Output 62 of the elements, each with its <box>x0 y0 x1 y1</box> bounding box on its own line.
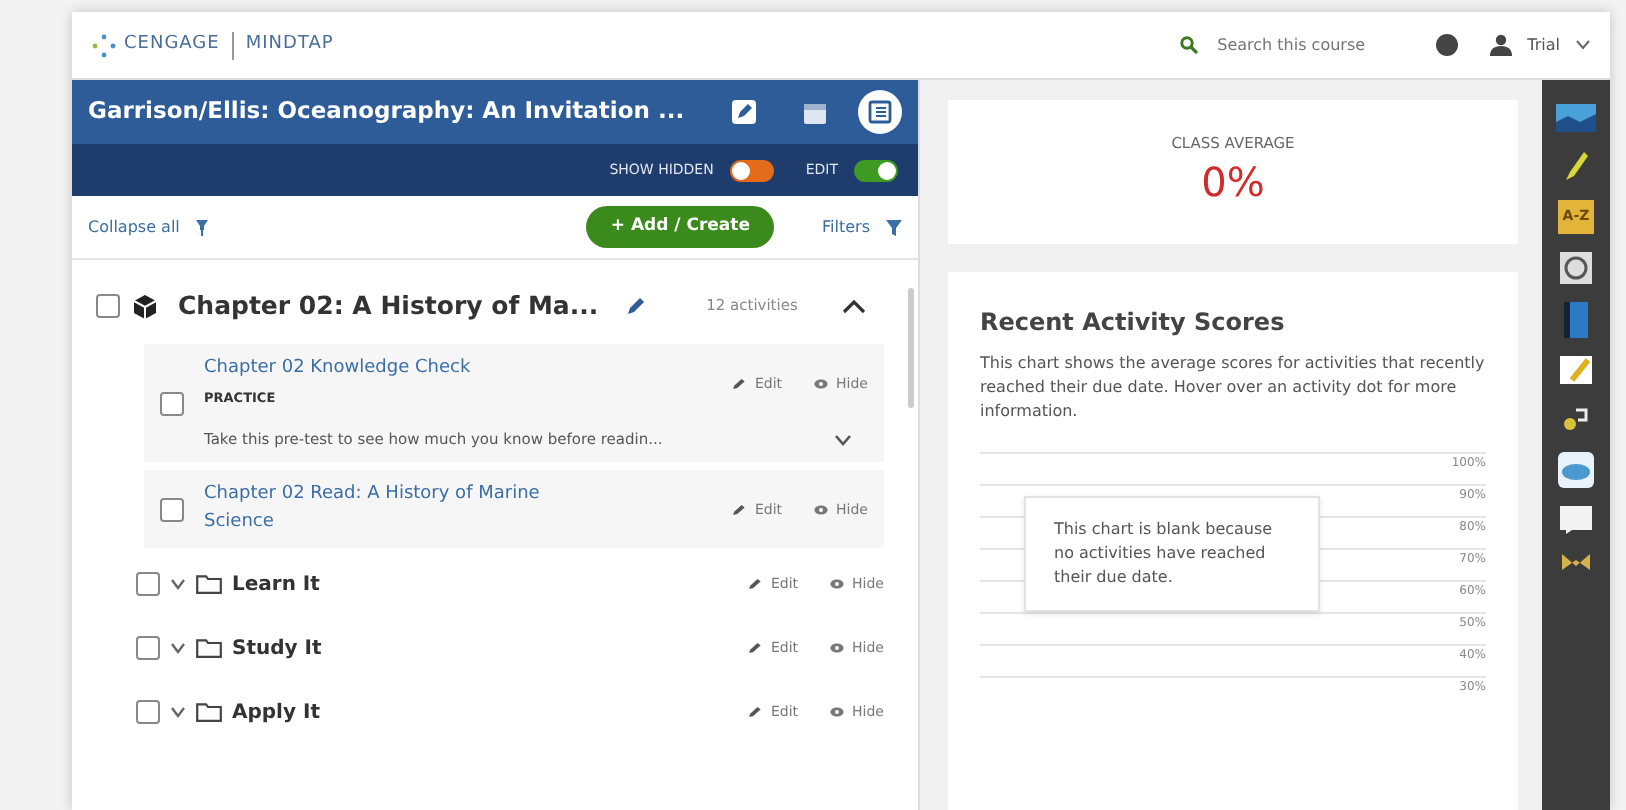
chevron-icon[interactable] <box>170 578 186 591</box>
expand-icon[interactable] <box>834 433 852 446</box>
product-name: MINDTAP <box>245 31 334 58</box>
folder-title[interactable]: Learn It <box>232 569 320 600</box>
pencil-icon <box>732 503 747 516</box>
edit-icon[interactable] <box>732 100 756 124</box>
add-create-button[interactable]: + Add / Create <box>586 206 775 248</box>
empty-chart-message: This chart is blank because no activities have reached their due date. <box>1024 496 1320 612</box>
clock-icon[interactable] <box>1560 251 1592 283</box>
card-description: This chart shows the average scores for activities that recently reached their due date. Hover over an activity dot for more information. <box>980 352 1486 424</box>
course-title: Garrison/Ellis: Oceanography: An Invitation ... <box>88 94 687 129</box>
item-checkbox[interactable] <box>136 572 160 597</box>
item-checkbox[interactable] <box>136 700 160 725</box>
eye-icon <box>830 578 845 591</box>
search-field[interactable]: Search this course <box>1213 31 1404 59</box>
list-view-icon[interactable] <box>858 90 902 134</box>
pencil-icon <box>748 642 763 655</box>
eye-icon <box>814 378 829 390</box>
item-checkbox[interactable] <box>136 636 160 661</box>
chapter-title[interactable]: Chapter 02: A History of Ma... <box>178 287 599 325</box>
folder-icon <box>196 702 222 723</box>
show-hidden-toggle[interactable] <box>729 159 774 181</box>
message-icon[interactable] <box>1560 505 1592 533</box>
class-average-value: 0% <box>1201 159 1265 203</box>
card-title: Recent Activity Scores <box>980 306 1287 340</box>
map-icon[interactable] <box>1556 104 1596 132</box>
folder-icon <box>196 638 222 659</box>
pencil-icon <box>748 706 763 719</box>
logo-icon <box>92 33 116 57</box>
web-icon[interactable] <box>1558 451 1594 487</box>
folder-title[interactable]: Study It <box>232 633 322 664</box>
edit-toggle[interactable] <box>854 159 898 181</box>
book-icon[interactable] <box>1564 301 1588 337</box>
item-checkbox[interactable] <box>160 497 184 522</box>
eye-icon <box>814 503 829 516</box>
note-icon[interactable] <box>1560 355 1592 383</box>
highlighter-icon[interactable] <box>1562 150 1590 182</box>
chevron-icon[interactable] <box>170 642 186 655</box>
pencil-icon <box>748 578 763 591</box>
eye-icon <box>830 642 845 655</box>
activity-title[interactable]: Chapter 02 Knowledge Check <box>204 356 471 383</box>
filter-icon <box>886 219 902 235</box>
folder-title[interactable]: Apply It <box>232 697 320 728</box>
filters-button[interactable]: Filters <box>822 215 870 239</box>
chapter-checkbox[interactable] <box>96 294 120 318</box>
folder-icon <box>196 574 222 595</box>
pin-icon <box>195 219 208 235</box>
collapse-caret-icon[interactable] <box>842 298 866 314</box>
collapse-all-link[interactable]: Collapse all <box>88 215 180 239</box>
user-icon <box>1489 34 1512 56</box>
calendar-icon[interactable] <box>804 101 826 123</box>
activity-title[interactable]: Chapter 02 Read: A History of Marine Science <box>204 482 584 537</box>
cube-icon <box>132 293 158 319</box>
user-menu[interactable]: Trial <box>1527 33 1560 57</box>
pencil-icon <box>732 378 747 390</box>
caret-icon[interactable] <box>1576 40 1590 50</box>
item-checkbox[interactable] <box>160 391 184 416</box>
chevron-icon[interactable] <box>170 706 186 719</box>
eye-icon <box>830 706 845 719</box>
brand-name: CENGAGE <box>124 31 220 58</box>
search-icon <box>1179 36 1198 54</box>
pencil-icon[interactable] <box>626 296 647 316</box>
